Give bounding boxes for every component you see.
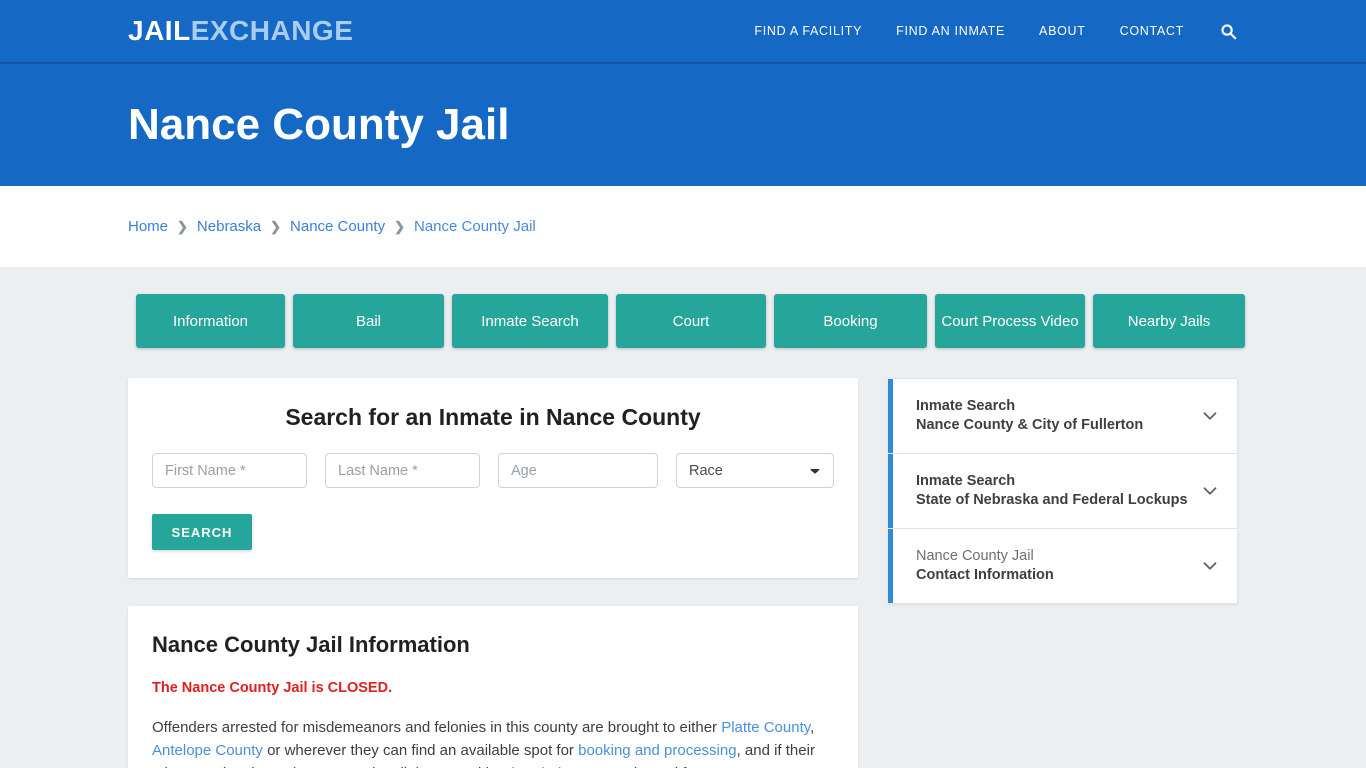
last-name-input[interactable] (325, 453, 480, 488)
chevron-down-icon[interactable] (1199, 480, 1221, 502)
search-button[interactable]: SEARCH (152, 514, 252, 550)
accordion-item-line2: Nance County & City of Fullerton (916, 417, 1144, 433)
accordion-item-line1: Inmate Search (916, 398, 1016, 414)
link-booking-and-processing[interactable]: booking and processing (578, 742, 736, 759)
accordion-item-text: Inmate Search Nance County & City of Ful… (916, 397, 1189, 435)
information-heading: Nance County Jail Information (152, 632, 470, 657)
nav-item-find-a-facility[interactable]: FIND A FACILITY (754, 24, 862, 38)
tab-information[interactable]: Information (136, 294, 285, 348)
paragraph-text: or wherever they can find an available s… (262, 742, 579, 759)
accordion-item-line1: Inmate Search (916, 473, 1016, 489)
accordion-item-inmate-search-county[interactable]: Inmate Search Nance County & City of Ful… (888, 378, 1238, 454)
page-title: Nance County Jail (128, 99, 510, 149)
site-logo[interactable]: JAILEXCHANGE (128, 17, 353, 45)
tab-inmate-search[interactable]: Inmate Search (452, 294, 608, 348)
closed-notice: The Nance County Jail is CLOSED. (152, 680, 393, 696)
paragraph-text: , (810, 719, 815, 736)
accordion-item-line2: Contact Information (916, 567, 1054, 583)
tab-court-process-video[interactable]: Court Process Video (935, 294, 1085, 348)
search-icon[interactable] (1218, 21, 1238, 41)
nav-item-contact[interactable]: CONTACT (1120, 24, 1184, 38)
accordion-item-line2: State of Nebraska and Federal Lockups (916, 492, 1188, 508)
link-platte-county[interactable]: Platte County (721, 719, 810, 736)
information-paragraph: Offenders arrested for misdemeanors and … (152, 716, 834, 768)
breadcrumb-item-nance-county[interactable]: Nance County (290, 218, 385, 235)
main-column: Search for an Inmate in Nance County Rac… (128, 378, 858, 768)
first-name-input[interactable] (152, 453, 307, 488)
sidebar-accordion: Inmate Search Nance County & City of Ful… (888, 378, 1238, 604)
inmate-search-fields: Race (152, 453, 834, 488)
tab-bail[interactable]: Bail (293, 294, 444, 348)
inmate-search-heading: Search for an Inmate in Nance County (285, 404, 701, 430)
site-header: JAILEXCHANGE FIND A FACILITY FIND AN INM… (0, 0, 1366, 64)
tab-court[interactable]: Court (616, 294, 766, 348)
breadcrumb-item-nance-county-jail[interactable]: Nance County Jail (414, 218, 536, 235)
facility-tab-bar: Information Bail Inmate Search Court Boo… (136, 294, 1245, 348)
logo-text-primary: JAIL (128, 15, 191, 46)
breadcrumb-item-home[interactable]: Home (128, 218, 168, 235)
breadcrumb: Home ❯ Nebraska ❯ Nance County ❯ Nance C… (128, 218, 536, 235)
accordion-item-contact-information[interactable]: Nance County Jail Contact Information (888, 529, 1238, 604)
paragraph-text: Offenders arrested for misdemeanors and … (152, 719, 722, 736)
logo-text-secondary: EXCHANGE (190, 15, 354, 46)
age-input[interactable] (498, 453, 658, 488)
jail-information-card: Nance County Jail Information The Nance … (128, 606, 858, 768)
race-select[interactable]: Race (676, 453, 834, 488)
page-content: Information Bail Inmate Search Court Boo… (0, 267, 1366, 768)
chevron-down-icon[interactable] (1199, 405, 1221, 427)
chevron-right-icon: ❯ (394, 219, 405, 234)
main-navigation: FIND A FACILITY FIND AN INMATE ABOUT CON… (754, 21, 1238, 41)
nav-item-about[interactable]: ABOUT (1039, 24, 1086, 38)
inmate-search-card: Search for an Inmate in Nance County Rac… (128, 378, 858, 578)
accordion-item-text: Inmate Search State of Nebraska and Fede… (916, 472, 1189, 510)
chevron-right-icon: ❯ (270, 219, 282, 234)
nav-item-find-an-inmate[interactable]: FIND AN INMATE (896, 24, 1005, 38)
accordion-item-line1: Nance County Jail (916, 548, 1034, 564)
accordion-item-inmate-search-state[interactable]: Inmate Search State of Nebraska and Fede… (888, 454, 1238, 529)
link-antelope-county[interactable]: Antelope County (152, 742, 263, 759)
tab-booking[interactable]: Booking (774, 294, 927, 348)
chevron-down-icon[interactable] (1199, 555, 1221, 577)
breadcrumb-item-nebraska[interactable]: Nebraska (197, 218, 261, 235)
chevron-right-icon: ❯ (177, 219, 188, 234)
accordion-item-text: Nance County Jail Contact Information (916, 547, 1189, 585)
tab-nearby-jails[interactable]: Nearby Jails (1093, 294, 1245, 348)
hero-banner: Nance County Jail (0, 64, 1366, 186)
breadcrumb-bar: Home ❯ Nebraska ❯ Nance County ❯ Nance C… (0, 186, 1366, 267)
